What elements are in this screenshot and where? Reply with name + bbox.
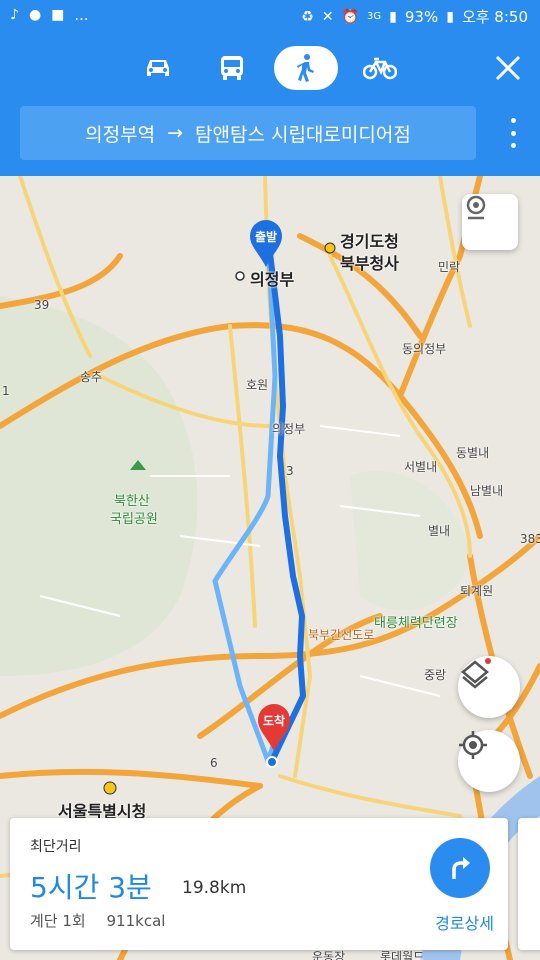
route-card[interactable]: 최단거리 5시간 3분 19.8km 계단 1회 911kcal 경로상세 xyxy=(10,818,508,950)
transport-modes xyxy=(0,46,540,92)
end-pin[interactable]: 도착 xyxy=(256,704,292,752)
map-label: 북부간선도로 xyxy=(308,628,375,642)
bus-icon xyxy=(221,56,243,80)
mode-car-button[interactable] xyxy=(126,46,190,90)
close-icon xyxy=(495,55,521,81)
start-pin-label: 출발 xyxy=(254,230,278,244)
map-label: 의정부 xyxy=(250,270,295,289)
status-bar: ♪ ● ■ ... ♻ ✕ ⏰ 3G ▮ 93% ▮ 오후 8:50 xyxy=(0,0,540,32)
map-label: 민락 xyxy=(438,260,461,274)
more-options-button[interactable] xyxy=(508,118,518,148)
map-label: 태릉체력단련장 xyxy=(374,616,458,631)
recycle-icon: ♻ xyxy=(301,8,314,25)
route-type-label: 최단거리 xyxy=(30,839,82,855)
dot-icon xyxy=(510,143,516,148)
map-label: 경기도청 xyxy=(340,232,399,251)
route-header: 의정부역 → 탐앤탐스 시립대로미디어점 xyxy=(0,32,540,176)
map-label: 동의정부 xyxy=(402,342,447,356)
route-detail-button[interactable] xyxy=(430,838,490,898)
my-location-button[interactable] xyxy=(458,730,520,792)
app-icon: ■ xyxy=(51,7,65,23)
road-number: 39 xyxy=(34,298,50,312)
dot-icon xyxy=(510,118,516,123)
chat-icon: ● xyxy=(28,7,42,23)
map-label: 의정부 xyxy=(272,422,306,436)
poi-marker xyxy=(324,242,336,254)
dot-icon xyxy=(510,130,516,136)
route-summary-field[interactable]: 의정부역 → 탐앤탐스 시립대로미디어점 xyxy=(20,106,476,160)
map-label: 퇴계원 xyxy=(460,584,494,598)
mode-walk-button[interactable] xyxy=(274,46,338,90)
origin-label: 의정부역 xyxy=(85,123,156,146)
map-label: 남별내 xyxy=(470,484,504,498)
travel-time: 5시간 3분 xyxy=(30,871,152,904)
bike-icon xyxy=(363,57,397,80)
map-label: 국립공원 xyxy=(110,512,158,527)
route-extra-info: 계단 1회 911kcal xyxy=(30,910,181,931)
station-marker xyxy=(235,271,245,281)
clock: 오후 8:50 xyxy=(461,8,528,26)
street-view-icon xyxy=(466,195,486,220)
more-notifications: ... xyxy=(74,6,89,24)
map-label: 별내 xyxy=(428,524,451,538)
mode-bike-button[interactable] xyxy=(348,46,412,90)
travel-distance: 19.8km xyxy=(182,878,247,898)
road-number: 383 xyxy=(520,532,540,546)
layers-icon xyxy=(461,658,491,689)
calories: 911kcal xyxy=(106,912,166,930)
map-label: 호원 xyxy=(246,378,269,392)
next-route-card[interactable] xyxy=(518,818,540,950)
locate-icon xyxy=(459,731,487,759)
walk-icon xyxy=(297,54,314,82)
map-label: 동별내 xyxy=(456,446,490,460)
mute-icon: ✕ xyxy=(321,8,334,25)
map-label: 서별내 xyxy=(404,460,438,474)
street-view-button[interactable] xyxy=(462,194,518,250)
map-label: 송추 xyxy=(80,370,103,384)
route-detail-link[interactable]: 경로상세 xyxy=(435,910,494,934)
map-label: 북한산 xyxy=(114,494,150,509)
close-button[interactable] xyxy=(492,52,524,84)
road-number: 1 xyxy=(2,384,10,398)
mountain-area xyxy=(0,296,198,676)
road-number: 3 xyxy=(286,464,294,478)
start-pin[interactable]: 출발 xyxy=(248,220,284,268)
network-type: 3G xyxy=(367,11,382,22)
poi-marker xyxy=(103,781,117,795)
battery-icon: ▮ xyxy=(446,8,454,25)
arrow-icon: → xyxy=(167,122,184,144)
layers-button[interactable] xyxy=(458,656,520,718)
turn-right-icon xyxy=(452,857,470,879)
music-icon: ♪ xyxy=(10,7,19,23)
map-label: 북부청사 xyxy=(340,254,399,273)
road-number: 6 xyxy=(210,756,218,770)
mode-bus-button[interactable] xyxy=(200,46,264,90)
map-label: 중랑 xyxy=(424,668,447,682)
destination-label: 탐앤탐스 시립대로미디어점 xyxy=(195,123,411,146)
signal-icon: ▮ xyxy=(389,8,397,25)
stairs-count: 계단 1회 xyxy=(30,912,86,930)
end-pin-label: 도착 xyxy=(262,714,286,728)
battery-percent: 93% xyxy=(404,7,439,26)
route-end-dot xyxy=(266,756,278,768)
car-icon xyxy=(147,60,169,76)
alarm-icon: ⏰ xyxy=(341,8,360,25)
